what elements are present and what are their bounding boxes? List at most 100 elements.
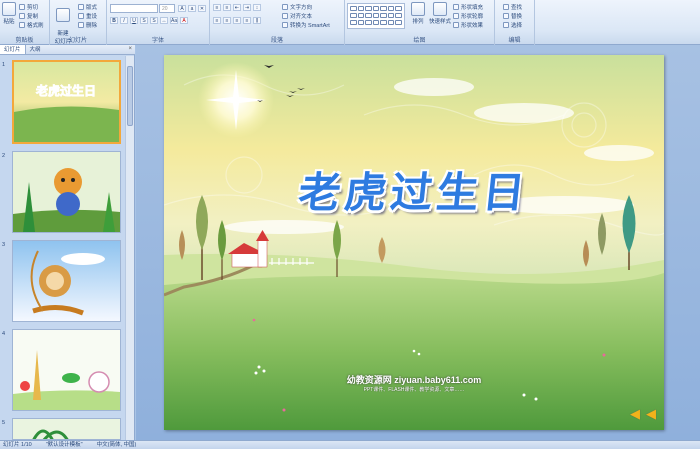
clear-format-icon[interactable]: ✕ [198,5,206,12]
font-group: 20 Aa ✕ B I U S S ↔ Aa A 字体 [107,0,210,45]
pane-tabs: 幻灯片 大纲 × [0,45,135,55]
change-case-icon[interactable]: Aa [170,17,178,24]
editing-label: 编辑 [508,38,521,44]
align-text-icon [282,13,288,19]
columns-icon[interactable]: ⫼ [253,17,261,24]
slide-counter: 幻灯片 1/10 [3,442,32,448]
bullets-icon[interactable]: ≡ [213,4,221,11]
quick-styles-button[interactable]: 快速样式 [429,2,451,25]
arrange-icon [411,2,425,16]
replace-button[interactable]: 替换 [503,12,522,20]
strikethrough-icon[interactable]: S [140,17,148,24]
smartart-button[interactable]: 转换为 SmartArt [282,21,330,29]
slides-label: 幻灯片 [68,38,87,44]
layout-icon [78,4,84,10]
slide-thumbnail-1[interactable]: 老虎过生日 [12,60,121,144]
list-controls: ≡ ≡ ⇤ ⇥ ↕ [213,4,261,11]
text-direction-icon [282,4,288,10]
slide-editor: 老虎过生日 幼教资源网 ziyuan.baby611.com PPT课件、FLA… [136,45,700,440]
shape-fill-button[interactable]: 形状填充 [453,3,483,11]
font-size-field[interactable]: 20 [159,4,175,13]
svg-text:老虎过生日: 老虎过生日 [36,83,96,98]
text-direction-button[interactable]: 文字方向 [282,3,312,11]
copy-icon [19,13,25,19]
pane-scrollbar[interactable] [125,56,134,440]
thumb-number: 1 [2,62,6,68]
increase-indent-icon[interactable]: ⇥ [243,4,251,11]
arrange-button[interactable]: 排列 [411,2,425,25]
drawing-label: 绘图 [413,38,426,44]
slide-thumbnail-4[interactable] [12,329,121,411]
grow-font-icon[interactable]: A [178,5,186,12]
font-name-field[interactable] [110,4,158,13]
layout-button[interactable]: 版式 [78,3,97,11]
thumbnail-4-image [13,330,120,410]
shape-effects-button[interactable]: 形状效果 [453,21,483,29]
new-slide-icon [56,8,70,22]
shapes-gallery[interactable] [347,3,405,29]
char-spacing-icon[interactable]: ↔ [160,17,168,24]
cut-button[interactable]: 剪切 [19,3,38,11]
replace-icon [503,13,509,19]
align-left-icon[interactable]: ≡ [213,17,221,24]
slide-thumbnail-5[interactable] [12,418,121,440]
delete-slide-button[interactable]: 删除 [78,21,97,29]
align-controls: ≡ ≡ ≡ ≡ ⫼ [213,17,261,24]
font-color-icon[interactable]: A [180,17,188,24]
brush-icon [19,22,25,28]
slide-thumbnail-3[interactable] [12,240,121,322]
thumbnail-2-image [13,152,120,232]
paragraph-label: 段落 [270,38,283,44]
align-right-icon[interactable]: ≡ [233,17,241,24]
numbering-icon[interactable]: ≡ [223,4,231,11]
align-center-icon[interactable]: ≡ [223,17,231,24]
bold-icon[interactable]: B [110,17,118,24]
reset-button[interactable]: 重设 [78,12,97,20]
paste-button[interactable]: 粘贴 [2,2,16,25]
speaker-icon[interactable]: ◀ [630,406,640,422]
shadow-icon[interactable]: S [150,17,158,24]
tab-slides[interactable]: 幻灯片 [0,45,26,54]
scissors-icon [19,4,25,10]
thumbnail-5-image [13,419,120,439]
copy-button[interactable]: 复制 [19,12,38,20]
thumbnail-1-image: 老虎过生日 [14,62,119,142]
slides-group: 新建 幻灯片 版式 重设 删除 幻灯片 [50,0,107,45]
decrease-indent-icon[interactable]: ⇤ [233,4,241,11]
paste-icon [2,2,16,16]
scrollbar-thumb[interactable] [127,66,133,126]
effects-icon [453,22,459,28]
slides-pane: 幻灯片 大纲 × 1 老虎过生日 2 3 4 5 [0,45,135,440]
status-bar: 幻灯片 1/10 "默认设计模板" 中文(简体, 中国) [0,440,700,449]
thumb-number: 5 [2,420,6,426]
theme-name: "默认设计模板" [45,442,83,448]
delete-icon [78,22,84,28]
slide-title[interactable]: 老虎过生日 [164,159,664,220]
outline-icon [453,13,459,19]
shape-outline-button[interactable]: 形状轮廓 [453,12,483,20]
language-indicator: 中文(简体, 中国) [96,442,137,448]
speaker-icon[interactable]: ◀ [646,406,656,422]
tab-outline[interactable]: 大纲 [26,45,45,54]
clipboard-label: 剪贴板 [15,38,34,44]
italic-icon[interactable]: I [120,17,128,24]
find-button[interactable]: 查找 [503,3,522,11]
watermark: 幼教资源网 ziyuan.baby611.com PPT课件、FLASH课件、教… [324,373,504,393]
current-slide[interactable]: 老虎过生日 幼教资源网 ziyuan.baby611.com PPT课件、FLA… [164,55,664,430]
close-icon[interactable]: × [128,46,132,52]
clipboard-group: 粘贴 剪切 复制 格式刷 剪贴板 [0,0,50,45]
underline-icon[interactable]: U [130,17,138,24]
thumb-number: 2 [2,153,6,159]
line-spacing-icon[interactable]: ↕ [253,4,261,11]
binoculars-icon [503,4,509,10]
justify-icon[interactable]: ≡ [243,17,251,24]
align-text-button[interactable]: 对齐文本 [282,12,312,20]
font-style-controls: B I U S S ↔ Aa A [110,17,188,24]
format-painter-button[interactable]: 格式刷 [19,21,44,29]
shrink-font-icon[interactable]: a [188,5,196,12]
select-button[interactable]: 选择 [503,21,522,29]
ribbon: 粘贴 剪切 复制 格式刷 剪贴板 新建 幻灯片 版式 重设 删除 幻灯片 20 … [0,0,700,45]
paragraph-group: ≡ ≡ ⇤ ⇥ ↕ ≡ ≡ ≡ ≡ ⫼ 文字方向 对齐文本 转换为 SmartArt 段落 [210,0,345,45]
slide-thumbnail-2[interactable] [12,151,121,233]
fill-icon [453,4,459,10]
